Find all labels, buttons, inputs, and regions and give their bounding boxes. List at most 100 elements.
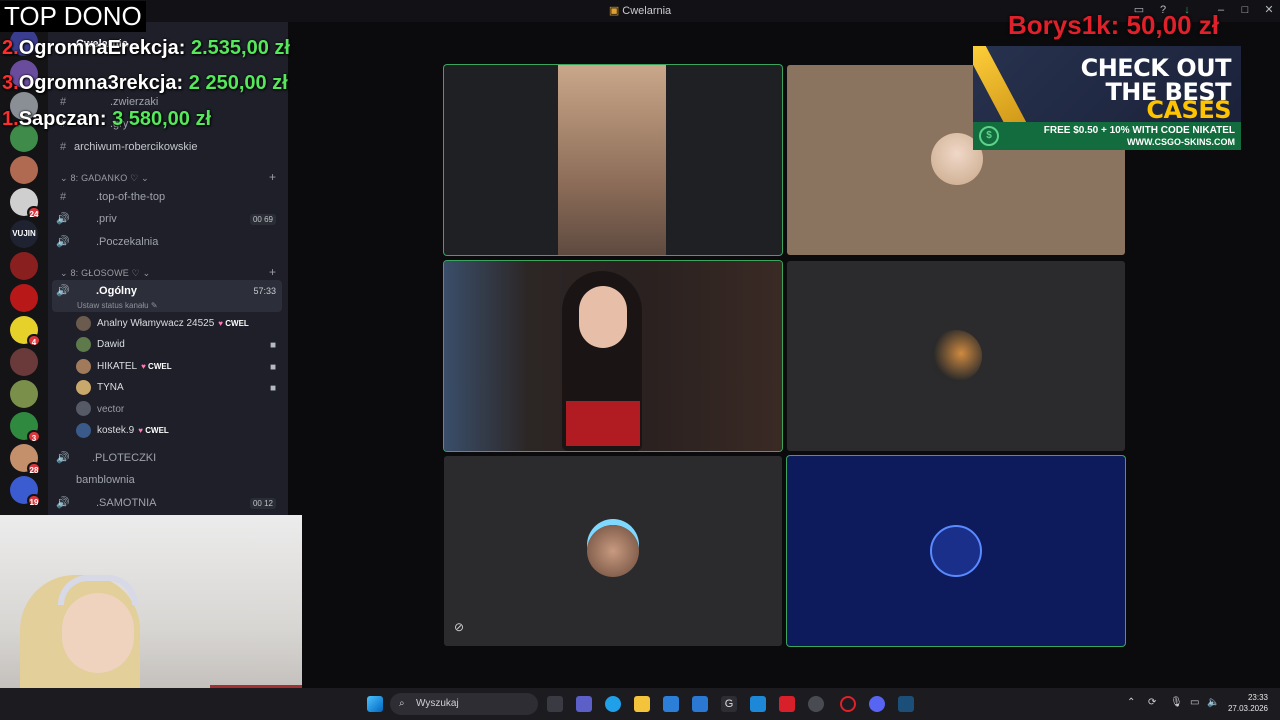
server-icon[interactable]: 19 (10, 476, 41, 507)
close-icon[interactable]: ✕ (1262, 3, 1276, 17)
voice-member[interactable]: vector (76, 400, 124, 420)
user-avatar (587, 525, 639, 577)
server-icon[interactable] (10, 92, 38, 120)
obs-icon[interactable] (808, 696, 824, 712)
start-icon[interactable] (367, 696, 383, 712)
server-icon[interactable]: VUJIN (10, 220, 38, 248)
camera-icon: ■ (269, 383, 276, 395)
voice-member[interactable]: TYNA (76, 378, 124, 398)
server-icon[interactable] (10, 348, 38, 376)
unread-badge: 4 (27, 334, 41, 347)
dollar-icon: $ (979, 126, 999, 146)
sponsor-ad: CHECK OUT THE BEST CASES $ FREE $0.50 + … (973, 46, 1241, 150)
clock[interactable]: 23:33 27.03.2026 (1228, 692, 1268, 714)
server-icon[interactable] (10, 252, 38, 280)
server-icon[interactable] (10, 124, 38, 152)
category-gadanko[interactable]: ⌄ 8: GADANKO ♡ ⌄ (60, 173, 149, 184)
app-icon[interactable] (750, 696, 766, 712)
chevron-up-icon[interactable]: ⌃ (1127, 697, 1135, 708)
camera-icon: ■ (269, 361, 276, 373)
server-name[interactable]: Cwelarnia ⌄ (76, 34, 140, 54)
mail-icon[interactable] (692, 696, 708, 712)
hash-icon: # (59, 118, 67, 130)
channel-name: archiwum-robercikowskie (74, 141, 198, 153)
channel-top-of-the-top[interactable]: # .top-of-the-top (56, 187, 165, 207)
teams-icon[interactable] (576, 696, 592, 712)
channel-samotnia[interactable]: 🔊 .SAMOTNIA (56, 493, 156, 513)
server-icon[interactable] (10, 60, 38, 88)
unread-badge: 28 (27, 462, 41, 475)
video-tile-1[interactable] (444, 65, 782, 255)
voice-member[interactable]: НІКАТЕL ♥ CWEL (76, 357, 172, 377)
channel-name: bamblownia (76, 474, 135, 486)
call-timer: 57:33 (253, 286, 276, 296)
server-icon[interactable] (10, 380, 38, 408)
search-icon: ⌕ (399, 698, 405, 709)
add-channel-icon[interactable]: + (269, 265, 276, 279)
channel-status[interactable]: Ustaw status kanału ✎ (77, 296, 158, 316)
channel-zwierzaki[interactable]: # .zwierzaki (56, 92, 158, 112)
video-tile-3[interactable] (444, 261, 782, 451)
add-channel-icon[interactable]: + (269, 170, 276, 184)
channel-name: .Poczekalnia (96, 236, 159, 248)
edge-icon[interactable] (605, 696, 621, 712)
speaker-icon: 🔊 (56, 285, 70, 297)
member-name: kostek.9 (97, 425, 135, 436)
app-icon: ▣ (608, 5, 623, 17)
network-icon[interactable]: ▭ (1190, 697, 1199, 708)
voice-member[interactable]: Analny Włamywacz 24525 ♥ CWEL (76, 314, 249, 334)
server-icon[interactable]: 24 (10, 188, 41, 219)
voice-member[interactable]: kostek.9 ♥ CWEL (76, 421, 169, 441)
user-avatar (930, 525, 982, 577)
user-count: 00 12 (249, 498, 276, 509)
role-tag: ♥ CWEL (218, 319, 249, 328)
video-tile-5[interactable]: ⊘ (444, 456, 782, 646)
speaker-icon: 🔊 (56, 497, 70, 509)
channel-name: .priv (96, 213, 117, 225)
speaker-icon: 🔊 (56, 236, 70, 248)
server-icon[interactable] (10, 28, 38, 56)
channel-gry[interactable]: # .gry (56, 114, 128, 134)
latest-donation: Borys1k: 50,00 zł (1008, 10, 1220, 40)
task-view-icon[interactable] (547, 696, 563, 712)
voice-member[interactable]: Dawid (76, 335, 125, 355)
video-tile-6[interactable] (787, 456, 1125, 646)
microphone-icon[interactable]: 🎙 (1170, 697, 1183, 708)
sync-icon[interactable]: ⟳ (1148, 697, 1156, 708)
member-name: Dawid (97, 339, 125, 351)
server-sidebar: 24 VUJIN 4 3 28 19 (0, 22, 48, 520)
server-icon[interactable]: 3 (10, 412, 41, 443)
video-tile-4[interactable] (787, 261, 1125, 451)
volume-icon[interactable]: 🔈 (1207, 697, 1219, 708)
app-icon[interactable]: G (721, 696, 737, 712)
channel-archiwum[interactable]: # archiwum-robercikowskie (56, 137, 198, 157)
channel-name: .top-of-the-top (96, 191, 166, 203)
member-name: vector (97, 403, 125, 415)
user-avatar (930, 330, 982, 382)
server-icon[interactable]: 4 (10, 316, 41, 347)
opera-gx-icon[interactable] (840, 696, 856, 712)
channel-bamblownia[interactable]: bamblownia (76, 470, 135, 490)
server-icon[interactable]: 28 (10, 444, 41, 475)
avatar (76, 337, 91, 353)
maximize-icon[interactable]: □ (1238, 3, 1252, 17)
channel-ploteczki[interactable]: 🔊 .PLOTECZKI (56, 448, 156, 468)
role-tag: ♥ CWEL (141, 361, 172, 371)
server-icon[interactable] (10, 156, 38, 184)
opera-icon[interactable] (779, 696, 795, 712)
unread-badge: 24 (27, 206, 41, 219)
channel-priv[interactable]: 🔊 .priv (56, 209, 117, 229)
search-input[interactable]: ⌕ Wyszukaj (390, 693, 538, 715)
member-name: Analny Włamywacz 24525 (97, 318, 215, 329)
discord-icon[interactable] (869, 696, 885, 712)
heart-icon: ♥ (218, 319, 224, 328)
store-icon[interactable] (663, 696, 679, 712)
video-off-icon[interactable]: ⊘ (454, 620, 464, 634)
headphones-icon (58, 575, 138, 605)
category-glosowe[interactable]: ⌄ 8: GŁOSOWE ♡ ⌄ (60, 268, 150, 279)
unread-badge: 3 (27, 430, 41, 443)
explorer-icon[interactable] (634, 696, 650, 712)
channel-poczekalnia[interactable]: 🔊 .Poczekalnia (56, 232, 158, 252)
server-icon[interactable] (10, 284, 38, 312)
steam-icon[interactable] (898, 696, 914, 712)
